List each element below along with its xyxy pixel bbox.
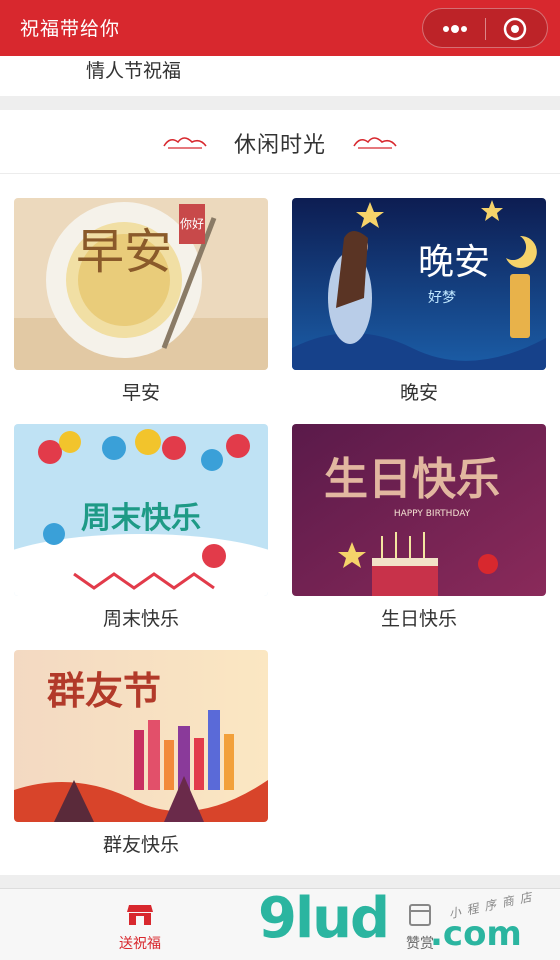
- leisure-section: 休闲时光 早安 你好 早安 晚安 好梦 晚安 周末快乐 周末快乐 生日快乐 HA…: [0, 110, 560, 875]
- watermark-suffix-text: .com: [430, 914, 522, 954]
- happy-weekend-art-text: 周末快乐: [81, 501, 201, 536]
- watermark-main-text: 9lud: [258, 886, 390, 951]
- tab-send-blessing[interactable]: 送祝福: [70, 889, 210, 960]
- happy-birthday-image: 生日快乐 HAPPY BIRTHDAY: [292, 424, 546, 596]
- happy-birthday-art-sub: HAPPY BIRTHDAY: [394, 509, 471, 519]
- card-group-friends[interactable]: 群友节 群友快乐: [14, 650, 268, 860]
- card-label: 周末快乐: [102, 608, 179, 630]
- cloud-ornament-icon: [353, 137, 397, 149]
- section-title: 休闲时光: [233, 133, 326, 158]
- group-friends-image: 群友节: [14, 650, 268, 822]
- site-watermark: 9lud .com 小程序商店: [258, 878, 560, 960]
- happy-weekend-image: 周末快乐: [14, 424, 268, 596]
- previous-section-item-label[interactable]: 情人节祝福: [86, 56, 181, 83]
- good-morning-art-sub: 你好: [180, 217, 204, 231]
- card-good-night[interactable]: 晚安 好梦 晚安: [292, 198, 546, 408]
- top-navigation-bar: 祝福带给你: [0, 0, 560, 56]
- more-options-icon[interactable]: [439, 20, 471, 38]
- miniprogram-capsule: [422, 8, 548, 48]
- capsule-divider: [485, 18, 486, 40]
- card-label: 生日快乐: [380, 608, 457, 630]
- good-morning-art-text: 早安: [76, 224, 172, 280]
- card-label: 群友快乐: [102, 834, 179, 856]
- card-happy-birthday[interactable]: 生日快乐 HAPPY BIRTHDAY 生日快乐: [292, 424, 546, 634]
- card-good-morning[interactable]: 早安 你好 早安: [14, 198, 268, 408]
- good-morning-image: 早安 你好: [14, 198, 268, 370]
- happy-birthday-art-text: 生日快乐: [324, 454, 500, 505]
- card-label: 早安: [121, 382, 160, 404]
- shop-icon: [127, 905, 153, 925]
- card-happy-weekend[interactable]: 周末快乐 周末快乐: [14, 424, 268, 634]
- good-night-art-text: 晚安: [418, 242, 490, 283]
- previous-section: 情人节祝福: [0, 56, 560, 96]
- card-label: 晚安: [399, 382, 438, 404]
- good-night-art-sub: 好梦: [428, 290, 456, 306]
- good-night-image: 晚安 好梦: [292, 198, 546, 370]
- app-title: 祝福带给你: [20, 18, 121, 40]
- section-header: 休闲时光: [0, 110, 560, 174]
- group-friends-art-text: 群友节: [47, 668, 161, 713]
- tab-label: 送祝福: [119, 936, 161, 952]
- close-miniprogram-icon[interactable]: [503, 17, 527, 41]
